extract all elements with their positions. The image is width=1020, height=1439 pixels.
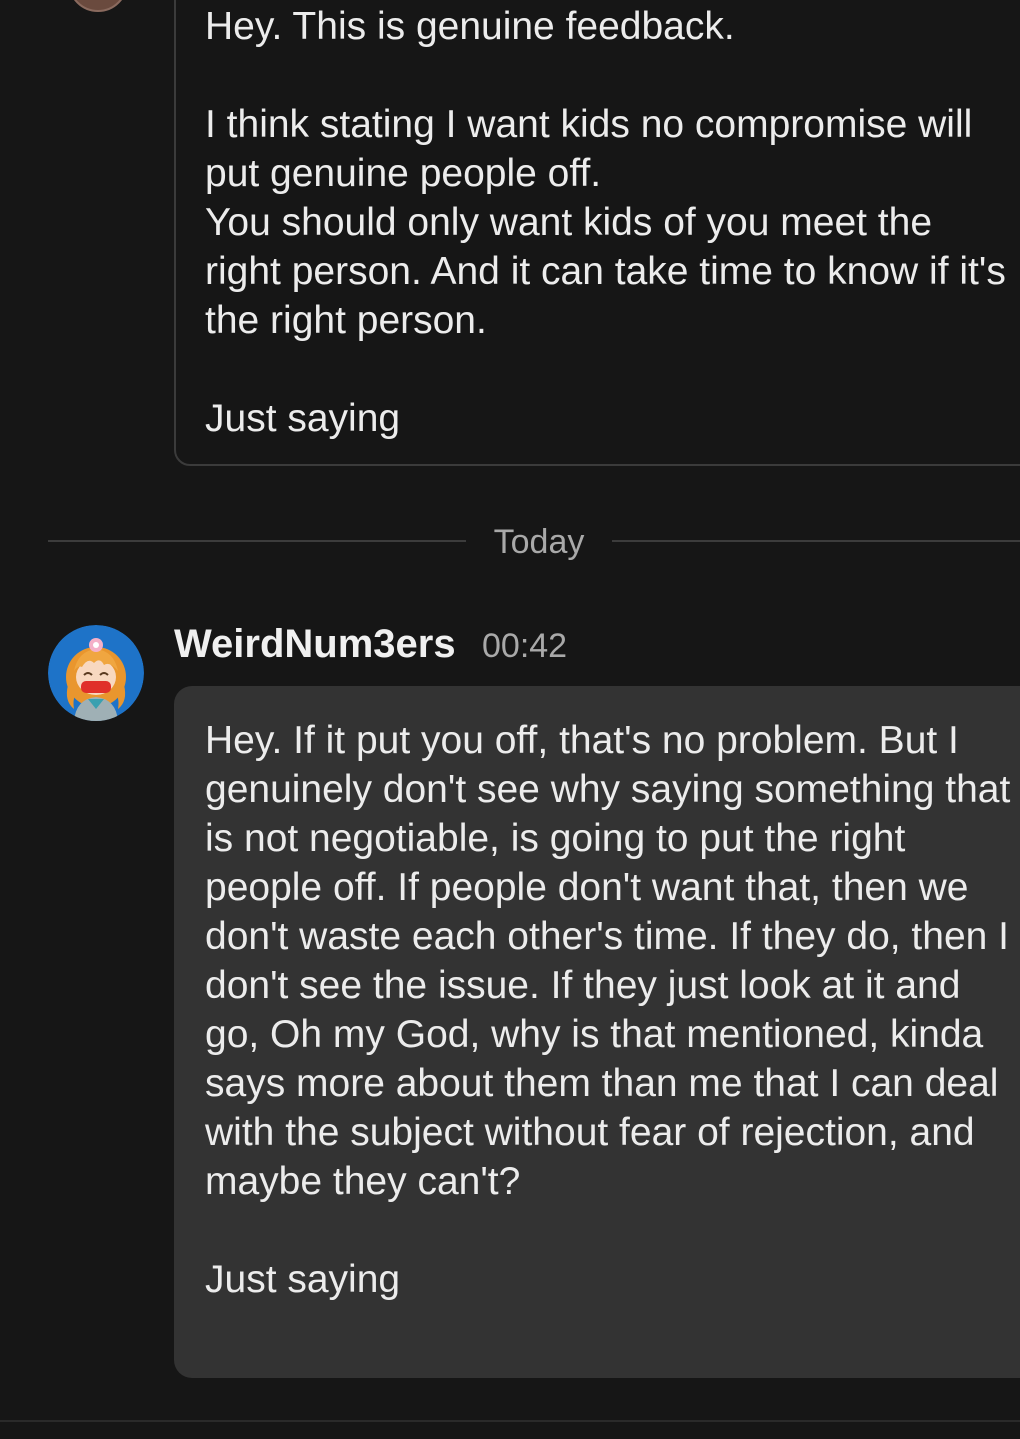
date-divider-label: Today [493,523,585,561]
composer-divider [0,1420,1020,1422]
latest-message-text: Hey. If it put you off, that's no proble… [205,719,1011,1301]
earlier-message-text: Hey. This is genuine feedback. I think s… [205,5,1006,440]
date-divider-line-right [612,540,1020,542]
message-author-name[interactable]: WeirdNum3ers [174,620,456,668]
message-timestamp: 00:42 [482,627,568,665]
anime-avatar-icon [48,625,144,721]
previous-sender-avatar[interactable] [68,0,128,12]
user-avatar[interactable] [48,625,144,721]
date-divider-line-left [48,540,466,542]
